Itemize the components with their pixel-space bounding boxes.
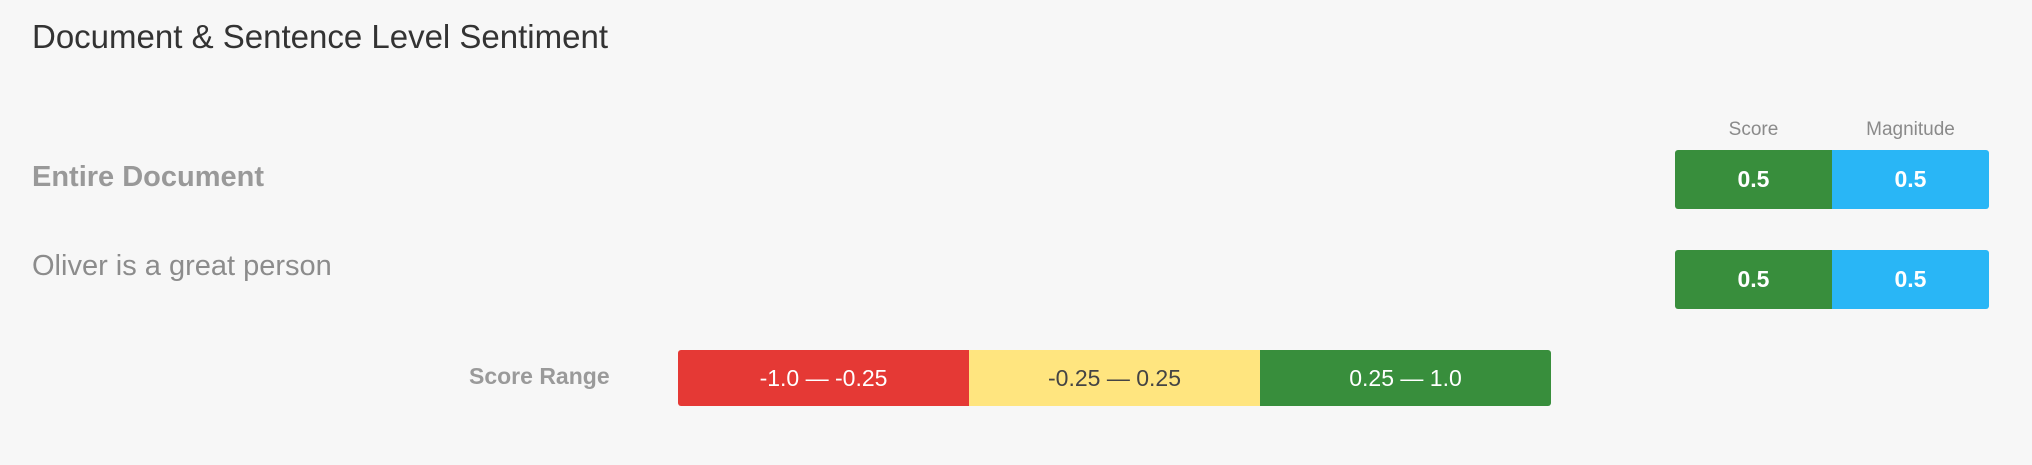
sentence-sentiment-values: 0.5 0.5 <box>1675 250 1989 309</box>
document-score-value: 0.5 <box>1675 150 1832 209</box>
document-magnitude-value: 0.5 <box>1832 150 1989 209</box>
score-range-neutral: -0.25 — 0.25 <box>969 350 1260 406</box>
page-title: Document & Sentence Level Sentiment <box>32 18 609 55</box>
score-range-legend: -1.0 — -0.25 -0.25 — 0.25 0.25 — 1.0 <box>678 350 1551 406</box>
sentence-magnitude-value: 0.5 <box>1832 250 1989 309</box>
sentence-label: Oliver is a great person <box>32 250 332 282</box>
sentence-score-value: 0.5 <box>1675 250 1832 309</box>
magnitude-column-header: Magnitude <box>1866 119 1955 140</box>
entire-document-label: Entire Document <box>32 161 265 193</box>
score-range-positive: 0.25 — 1.0 <box>1260 350 1551 406</box>
score-column-header: Score <box>1728 119 1779 140</box>
score-range-negative: -1.0 — -0.25 <box>678 350 969 406</box>
document-sentiment-values: 0.5 0.5 <box>1675 150 1989 209</box>
score-range-label: Score Range <box>469 363 610 389</box>
